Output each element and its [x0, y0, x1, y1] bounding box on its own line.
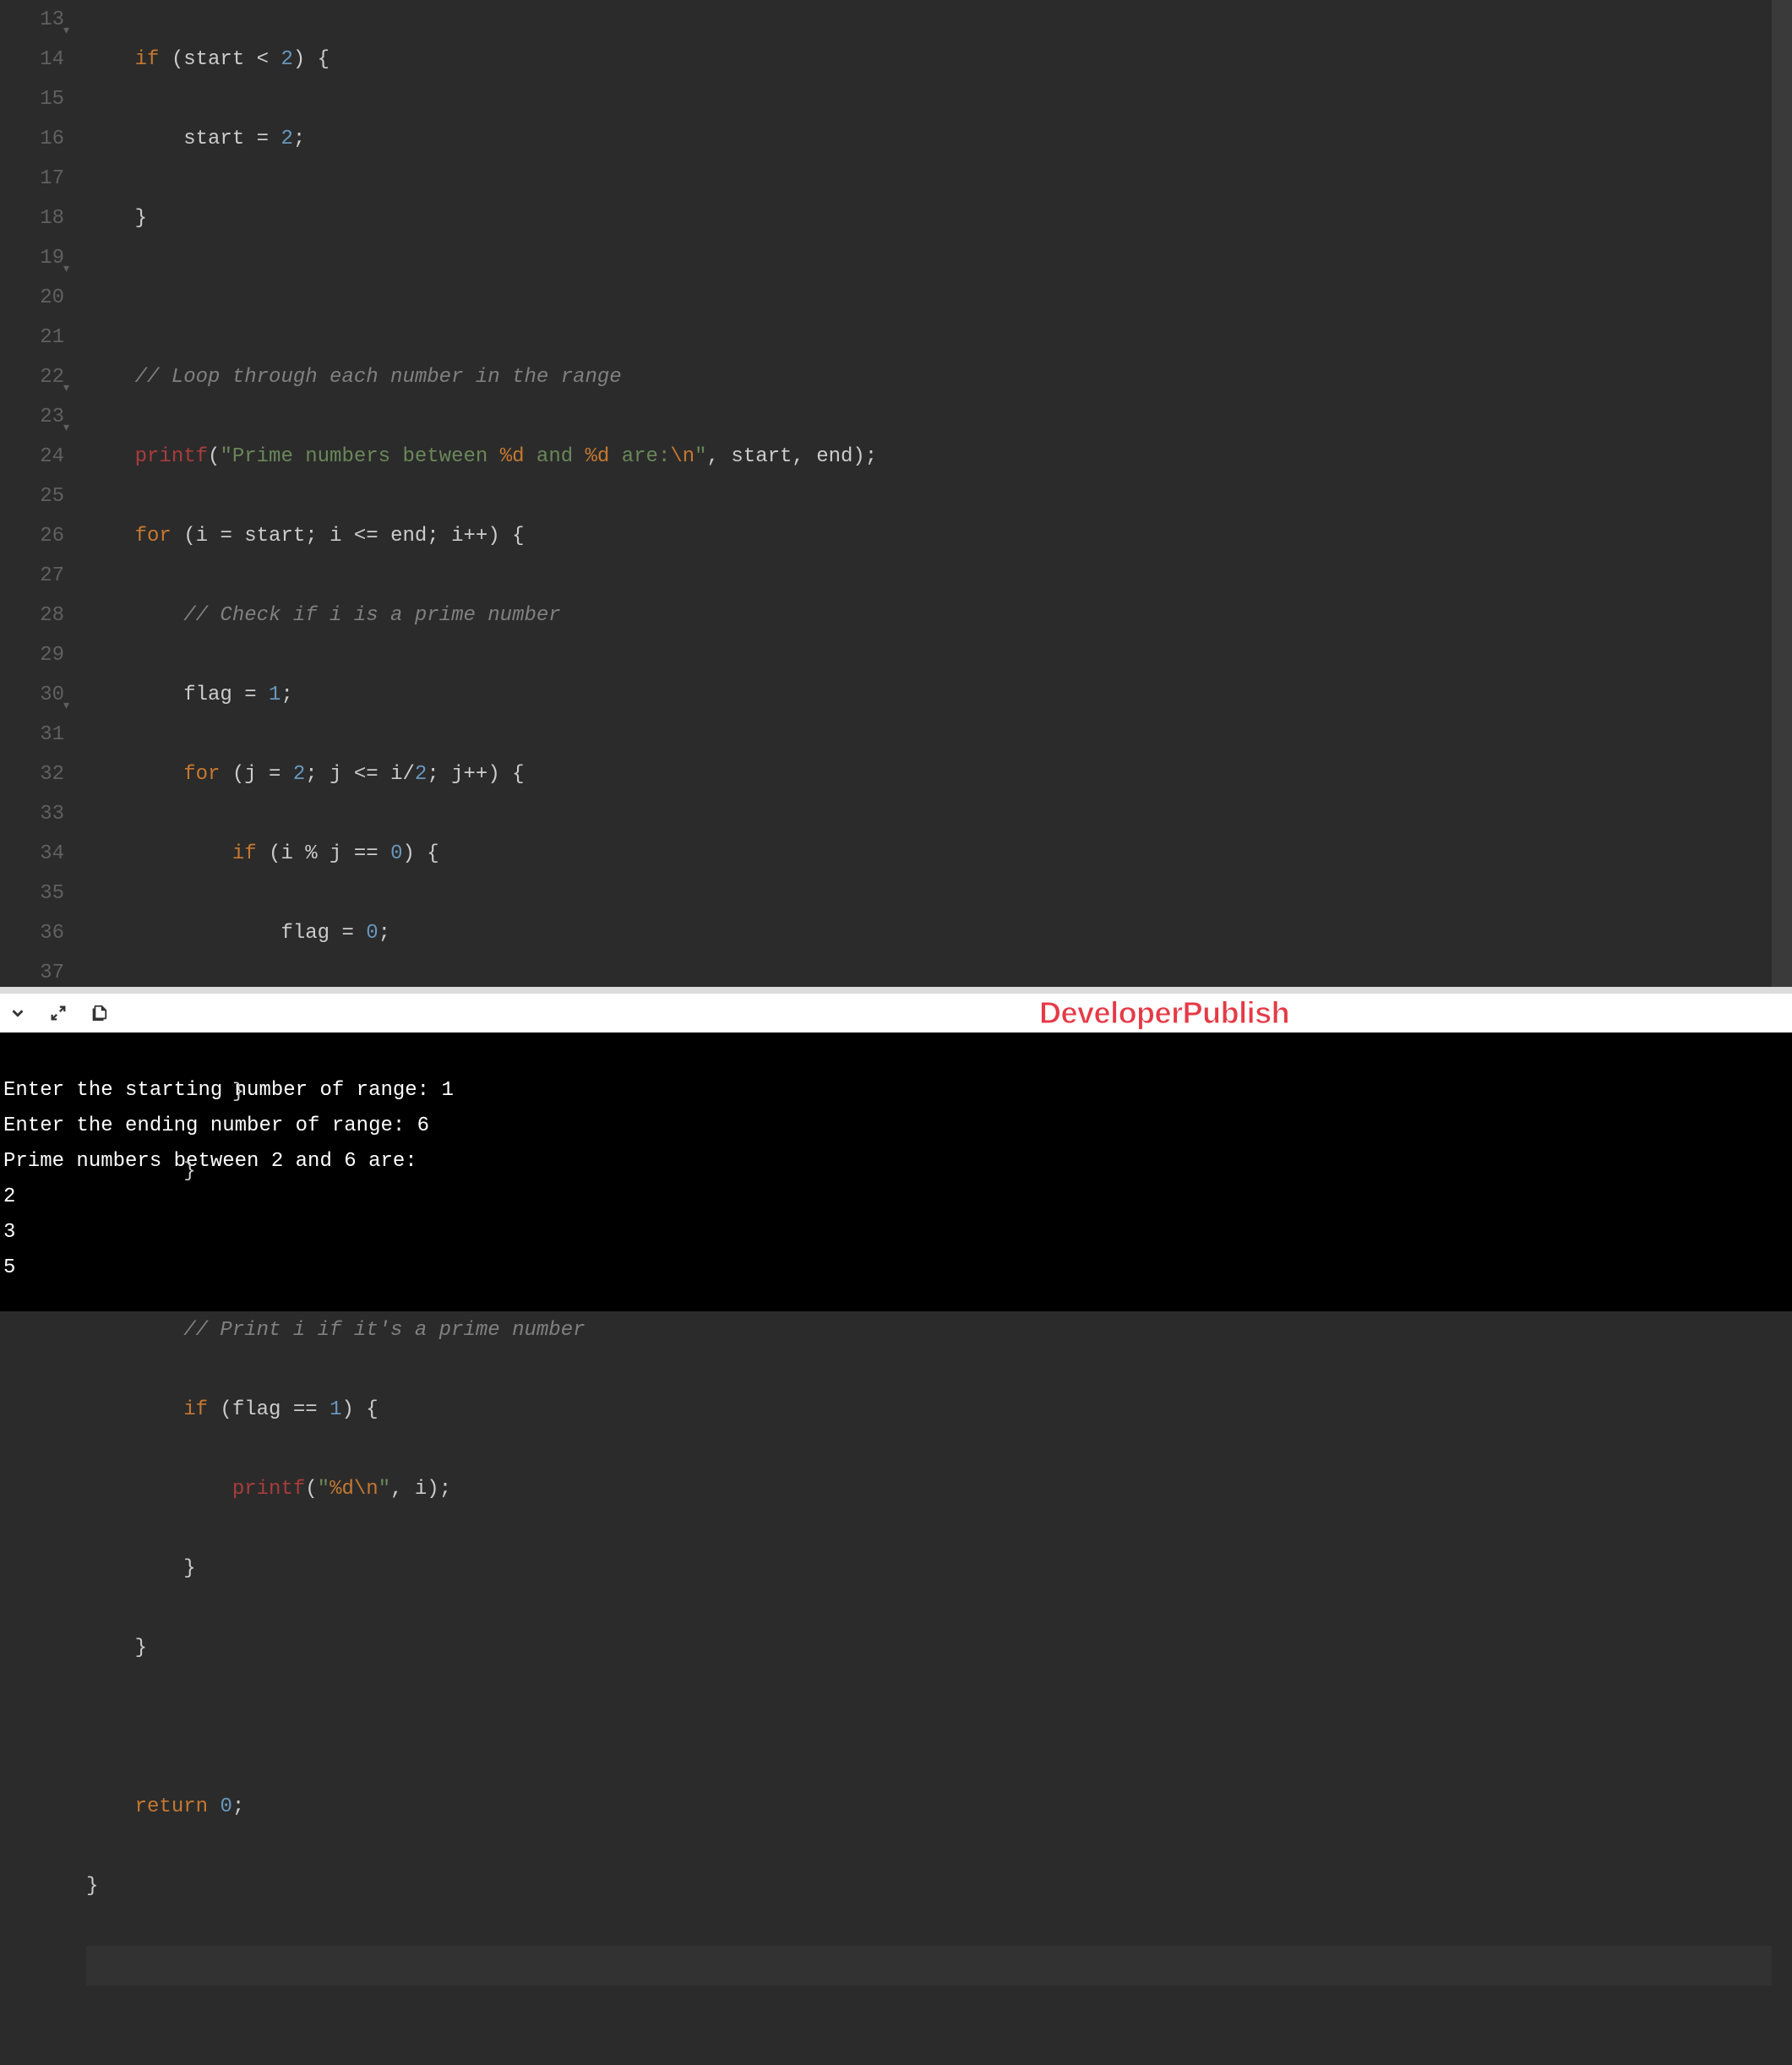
code-line[interactable]: } [86, 1628, 1772, 1668]
line-number: 22 [0, 357, 64, 397]
line-number: 27 [0, 556, 64, 596]
line-number: 21 [0, 318, 64, 357]
code-line[interactable]: flag = 0; [86, 913, 1772, 953]
line-number: 13 [0, 0, 64, 40]
code-line[interactable]: for (i = start; i <= end; i++) { [86, 516, 1772, 556]
terminal-line: 3 [3, 1221, 15, 1244]
code-line[interactable]: start = 2; [86, 119, 1772, 159]
code-editor[interactable]: 13 14 15 16 17 18 19 20 21 22 23 24 25 2… [0, 0, 1792, 987]
line-number: 33 [0, 794, 64, 834]
line-number: 19 [0, 238, 64, 278]
code-content[interactable]: if (start < 2) { start = 2; } // Loop th… [74, 0, 1772, 987]
copy-output-icon[interactable] [90, 1004, 108, 1022]
code-line[interactable] [86, 278, 1772, 318]
line-number: 14 [0, 40, 64, 79]
code-line[interactable]: for (j = 2; j <= i/2; j++) { [86, 755, 1772, 794]
line-number-gutter: 13 14 15 16 17 18 19 20 21 22 23 24 25 2… [0, 0, 74, 987]
line-number: 26 [0, 516, 64, 556]
code-line[interactable] [86, 1231, 1772, 1271]
code-line[interactable]: // Check if i is a prime number [86, 596, 1772, 635]
line-number: 34 [0, 834, 64, 874]
code-line[interactable] [86, 1946, 1772, 1986]
line-number: 36 [0, 913, 64, 953]
line-number: 15 [0, 79, 64, 119]
line-number: 24 [0, 437, 64, 477]
line-number: 29 [0, 635, 64, 675]
code-line[interactable]: } [86, 199, 1772, 238]
scrollbar-track[interactable] [1772, 0, 1792, 987]
code-line[interactable]: return 0; [86, 1787, 1772, 1827]
line-number: 23 [0, 397, 64, 437]
code-line[interactable]: printf("Prime numbers between %d and %d … [86, 437, 1772, 477]
line-number: 17 [0, 159, 64, 199]
code-line[interactable]: // Loop through each number in the range [86, 357, 1772, 397]
expand-icon[interactable] [49, 1004, 68, 1022]
line-number: 18 [0, 199, 64, 238]
line-number: 28 [0, 596, 64, 635]
line-number: 37 [0, 953, 64, 993]
code-line[interactable] [86, 1708, 1772, 1747]
code-line[interactable]: if (start < 2) { [86, 40, 1772, 79]
line-number: 31 [0, 715, 64, 755]
code-line[interactable]: if (flag == 1) { [86, 1390, 1772, 1430]
line-number: 35 [0, 874, 64, 913]
code-line[interactable]: // Print i if it's a prime number [86, 1310, 1772, 1350]
code-line[interactable]: } [86, 1072, 1772, 1112]
terminal-line: 5 [3, 1256, 15, 1279]
line-number: 30 [0, 675, 64, 715]
line-number: 16 [0, 119, 64, 159]
line-number: 25 [0, 477, 64, 516]
code-line[interactable]: } [86, 1866, 1772, 1906]
line-number: 20 [0, 278, 64, 318]
code-line[interactable]: flag = 1; [86, 675, 1772, 715]
watermark-text: DeveloperPublish [1039, 995, 1289, 1031]
code-line[interactable]: if (i % j == 0) { [86, 834, 1772, 874]
output-toolbar: DeveloperPublish [0, 994, 1792, 1032]
code-line[interactable]: } [86, 1152, 1772, 1191]
chevron-down-icon[interactable] [8, 1004, 27, 1022]
terminal-line: 2 [3, 1185, 15, 1208]
code-line[interactable]: printf("%d\n", i); [86, 1469, 1772, 1509]
code-line[interactable]: } [86, 1549, 1772, 1588]
line-number: 32 [0, 755, 64, 794]
